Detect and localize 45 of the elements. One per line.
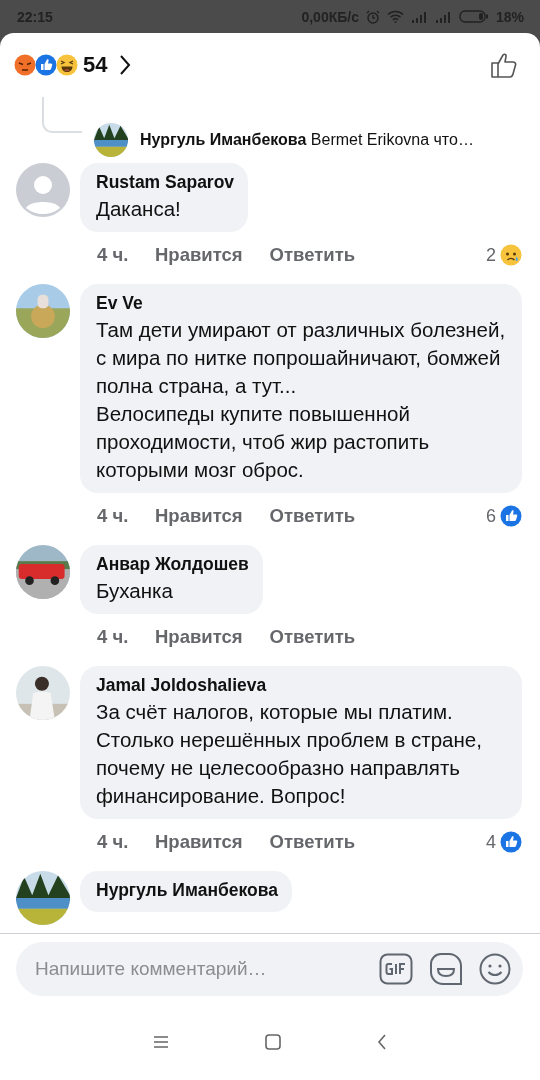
reply-link[interactable]: Ответить [269, 626, 356, 648]
reaction-count[interactable]: 4 [486, 831, 496, 853]
signal-icon [434, 10, 452, 23]
comment-field[interactable]: Напишите комментарий… [16, 942, 523, 996]
comment-text: Там дети умирают от различных болезней, с мира по нитке попрошайничают, бомжей полна страна, а тут... Велосипеды купите повышенной проходимости, чтоб жир растопить которыми мозг оброс. [96, 317, 507, 483]
comment-time: 4 ч. [97, 626, 130, 648]
signal-icon [410, 10, 428, 23]
comment-text: Даканса! [96, 196, 182, 222]
comment-input-field[interactable]: Напишите комментарий… [33, 957, 363, 981]
comment-time: 4 ч. [97, 831, 130, 853]
comment-author[interactable]: Ev Ve [96, 293, 508, 314]
reaction-count[interactable]: 6 [486, 505, 496, 527]
comment-text: За счёт налогов, которые мы платим. Столько нерешённых проблем в стране, почему не целесообразно направлять финансирование. Вопрос! [96, 699, 483, 809]
like-reaction-icon [35, 54, 57, 76]
comment-time: 4 ч. [97, 505, 130, 527]
emoji-icon[interactable] [479, 953, 511, 985]
wifi-icon [386, 10, 404, 23]
reply-link[interactable]: Ответить [269, 505, 356, 527]
reaction-count[interactable]: 2 [486, 244, 496, 266]
menu-icon[interactable] [153, 1035, 169, 1049]
battery-icon [458, 10, 489, 23]
reply-link[interactable]: Ответить [269, 831, 356, 853]
like-link[interactable]: Нравится [155, 626, 243, 648]
sticker-icon[interactable] [429, 952, 463, 986]
like-icon[interactable] [490, 51, 518, 79]
alarm-icon [365, 9, 380, 24]
thread-connector-line [42, 97, 82, 133]
comment-time: 4 ч. [97, 244, 130, 266]
comment-text: Буханка [96, 578, 174, 604]
angry-reaction-icon [14, 54, 36, 76]
reply-link[interactable]: Ответить [269, 244, 356, 266]
comment-author[interactable]: Jamal Joldoshalieva [96, 675, 508, 696]
back-icon[interactable] [377, 1034, 387, 1050]
like-link[interactable]: Нравится [155, 244, 243, 266]
gif-icon[interactable] [379, 953, 413, 985]
comment-author[interactable]: Rustam Saparov [96, 172, 235, 193]
like-link[interactable]: Нравится [155, 831, 243, 853]
home-square-icon[interactable] [265, 1034, 281, 1050]
comment-author[interactable]: Нургуль Иманбекова [96, 880, 278, 901]
chevron-right-icon[interactable] [119, 54, 132, 76]
like-link[interactable]: Нравится [155, 505, 243, 527]
reply-snippet[interactable]: Нургуль Иманбекова Bermet Erikovna что… [140, 131, 474, 149]
reaction-count[interactable]: 54 [83, 52, 108, 78]
laughing-reaction-icon [56, 54, 78, 76]
comment-author[interactable]: Анвар Жолдошев [96, 554, 249, 575]
